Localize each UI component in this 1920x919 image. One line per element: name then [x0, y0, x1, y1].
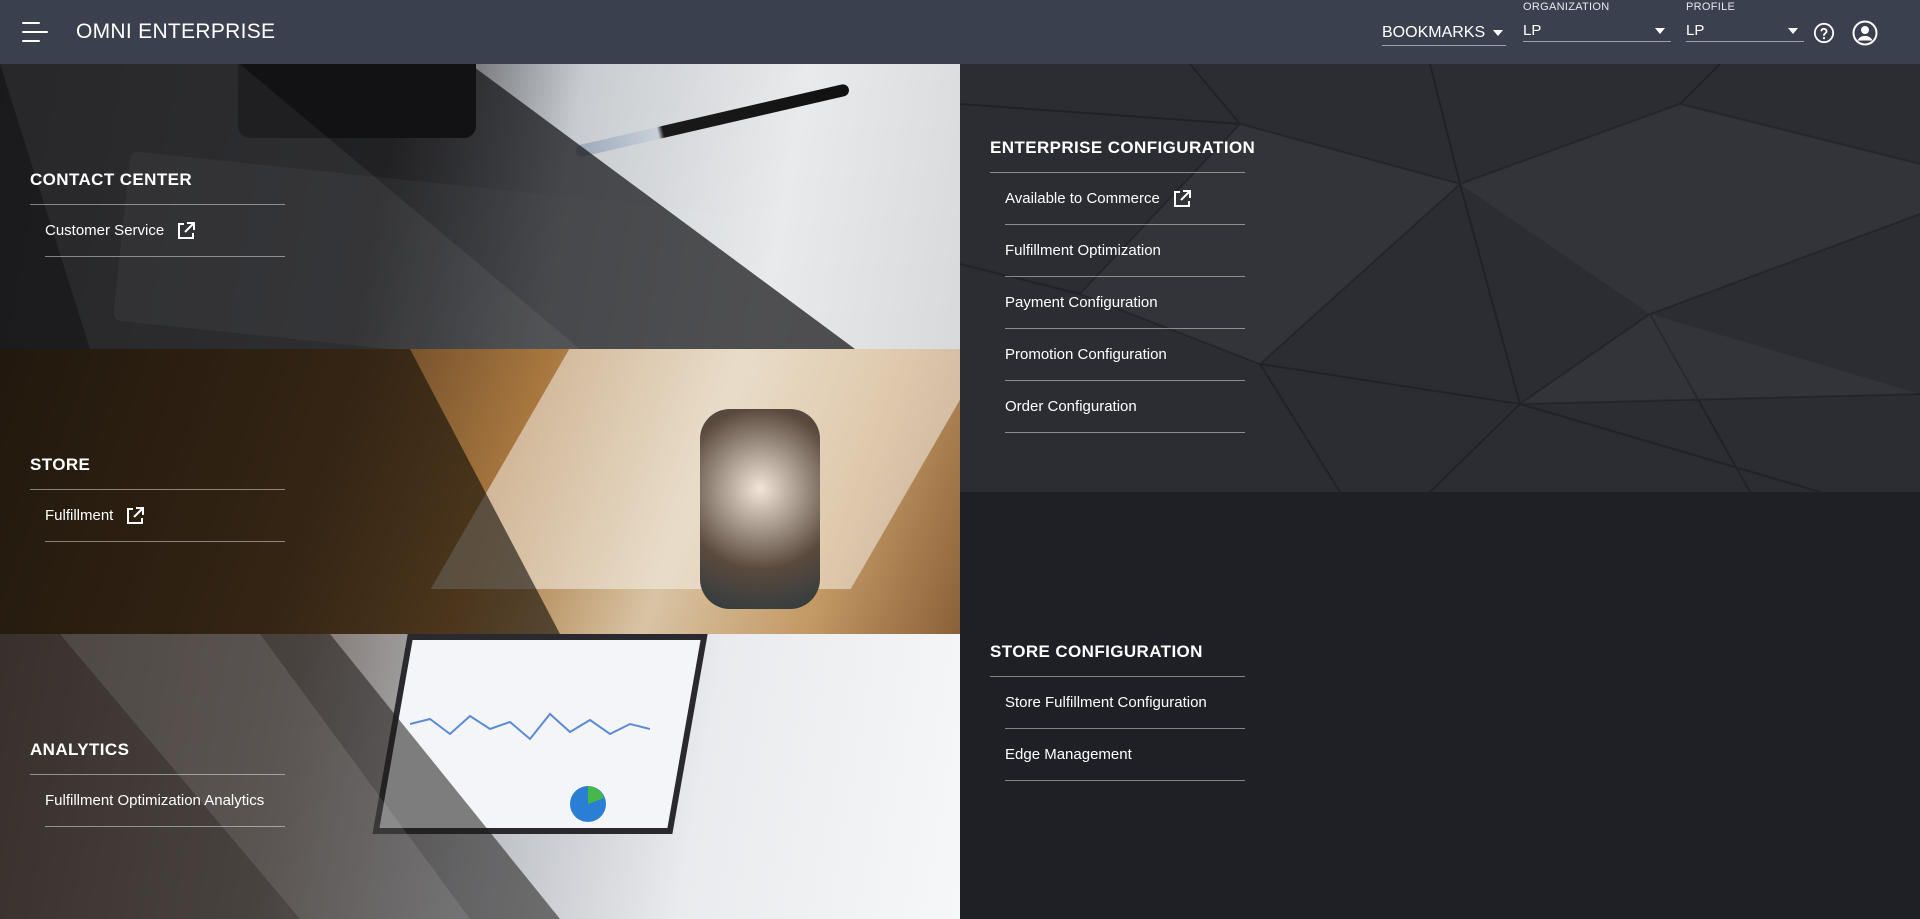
organization-label: ORGANIZATION — [1523, 1, 1610, 13]
enterprise-configuration-section: ENTERPRISE CONFIGURATION Available to Co… — [990, 138, 1255, 433]
hamburger-menu-icon[interactable] — [22, 20, 50, 44]
fulfillment-optimization-analytics-label: Fulfillment Optimization Analytics — [45, 792, 265, 809]
store-section: STORE Fulfillment — [30, 455, 285, 542]
edge-management-label: Edge Management — [1005, 746, 1132, 763]
payment-configuration-link[interactable]: Payment Configuration — [1005, 277, 1245, 329]
app-title: OMNI ENTERPRISE — [76, 20, 276, 43]
bookmarks-dropdown[interactable]: BOOKMARKS — [1382, 20, 1506, 46]
external-link-icon — [178, 221, 196, 239]
enterprise-configuration-title: ENTERPRISE CONFIGURATION — [990, 138, 1255, 173]
payment-configuration-label: Payment Configuration — [1005, 294, 1158, 311]
promotion-configuration-label: Promotion Configuration — [1005, 346, 1167, 363]
available-to-commerce-link[interactable]: Available to Commerce — [1005, 173, 1245, 225]
organization-select: ORGANIZATION LP — [1523, 0, 1671, 48]
fulfillment-link[interactable]: Fulfillment — [45, 490, 285, 542]
order-configuration-link[interactable]: Order Configuration — [1005, 381, 1245, 433]
external-link-icon — [127, 506, 145, 524]
contact-center-title: CONTACT CENTER — [30, 170, 285, 205]
analytics-title: ANALYTICS — [30, 740, 285, 775]
profile-select: PROFILE LP — [1686, 0, 1804, 48]
fulfillment-optimization-link[interactable]: Fulfillment Optimization — [1005, 225, 1245, 277]
fulfillment-label: Fulfillment — [45, 507, 114, 524]
fulfillment-optimization-analytics-link[interactable]: Fulfillment Optimization Analytics — [45, 775, 285, 827]
external-link-icon — [1173, 189, 1191, 207]
chevron-down-icon — [1493, 29, 1504, 36]
profile-dropdown[interactable]: LP — [1686, 20, 1804, 42]
contact-center-section: CONTACT CENTER Customer Service — [30, 170, 285, 257]
chevron-down-icon — [1655, 27, 1665, 34]
order-configuration-label: Order Configuration — [1005, 398, 1137, 415]
customer-service-label: Customer Service — [45, 222, 165, 239]
store-tile: STORE Fulfillment — [0, 349, 960, 634]
store-fulfillment-configuration-link[interactable]: Store Fulfillment Configuration — [1005, 677, 1245, 729]
chevron-down-icon — [1788, 27, 1798, 34]
help-icon[interactable] — [1813, 22, 1835, 44]
organization-dropdown[interactable]: LP — [1523, 20, 1671, 42]
user-avatar-icon[interactable] — [1852, 20, 1878, 46]
store-fulfillment-configuration-label: Store Fulfillment Configuration — [1005, 694, 1207, 711]
contact-center-tile: CONTACT CENTER Customer Service — [0, 64, 960, 349]
profile-label: PROFILE — [1686, 1, 1736, 13]
edge-management-link[interactable]: Edge Management — [1005, 729, 1245, 781]
fulfillment-optimization-label: Fulfillment Optimization — [1005, 242, 1161, 259]
available-to-commerce-label: Available to Commerce — [1005, 190, 1160, 207]
analytics-section: ANALYTICS Fulfillment Optimization Analy… — [30, 740, 285, 827]
analytics-tile: ANALYTICS Fulfillment Optimization Analy… — [0, 634, 960, 919]
bookmarks-label: BOOKMARKS — [1382, 23, 1486, 41]
enterprise-configuration-panel: ENTERPRISE CONFIGURATION Available to Co… — [960, 64, 1920, 492]
store-configuration-title: STORE CONFIGURATION — [990, 642, 1245, 677]
store-configuration-panel: STORE CONFIGURATION Store Fulfillment Co… — [960, 492, 1920, 919]
store-title: STORE — [30, 455, 285, 490]
promotion-configuration-link[interactable]: Promotion Configuration — [1005, 329, 1245, 381]
organization-value: LP — [1523, 22, 1542, 39]
customer-service-link[interactable]: Customer Service — [45, 205, 285, 257]
profile-value: LP — [1686, 22, 1705, 39]
store-configuration-section: STORE CONFIGURATION Store Fulfillment Co… — [990, 642, 1245, 781]
top-header: OMNI ENTERPRISE BOOKMARKS ORGANIZATION L… — [0, 0, 1920, 64]
